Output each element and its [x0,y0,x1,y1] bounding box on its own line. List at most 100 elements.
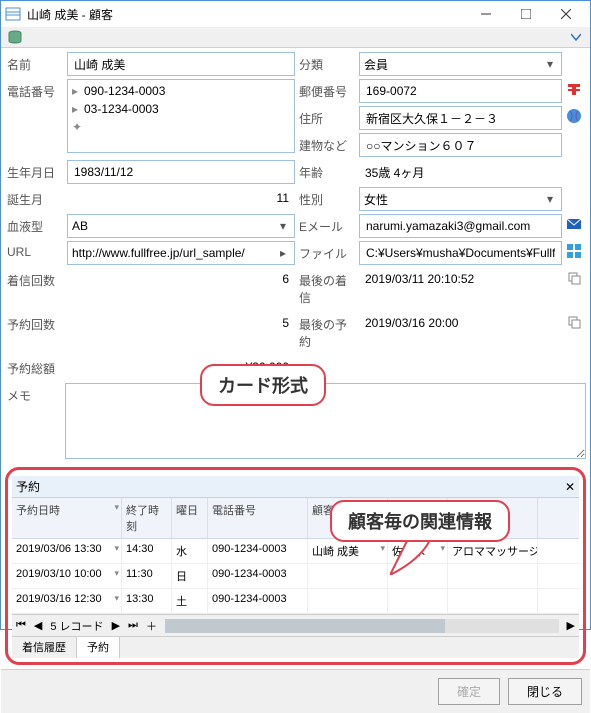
label-name: 名前 [5,52,65,77]
hscroll-thumb[interactable] [165,619,445,633]
globe-icon[interactable] [564,106,584,126]
windows-icon[interactable] [564,241,584,261]
label-category: 分類 [297,52,357,77]
app-icon [5,6,21,22]
post-icon[interactable] [564,79,584,99]
label-booktotal: 予約総額 [5,356,65,381]
table-cell[interactable] [308,564,388,588]
table-cell[interactable] [448,589,538,613]
lastcall-value: 2019/03/11 20:10:52 [359,268,562,292]
hscrollbar[interactable] [165,619,559,633]
table-row[interactable]: 2019/03/10 10:00▾11:30日090-1234-0003 [12,564,579,589]
titlebar: 山崎 成美 - 顧客 [1,1,590,27]
db-icon[interactable] [5,27,25,47]
sex-select[interactable]: 女性 ▾ [359,187,562,211]
label-url: URL [5,241,65,263]
label-incoming: 着信回数 [5,268,65,293]
label-blood: 血液型 [5,214,65,239]
birthmonth-value: 11 [67,187,295,211]
phone-list[interactable]: ▸090-1234-0003 ▸03-1234-0003 ✦ [67,79,295,153]
email-input[interactable] [359,214,562,238]
tab-callhistory[interactable]: 着信履歴 [12,637,77,658]
col-datetime[interactable]: 予約日時▾ [12,498,122,538]
table-cell[interactable] [448,564,538,588]
table-row[interactable]: 2019/03/06 13:30▾14:30水090-1234-0003山崎 成… [12,539,579,564]
url-input[interactable]: http://www.fullfree.jp/url_sample/ ▸ [67,241,295,265]
close-section-icon[interactable]: ✕ [565,480,575,494]
phone-value: 03-1234-0003 [84,102,159,116]
add-phone-icon[interactable]: ✦ [70,118,292,136]
copy-icon[interactable] [564,268,584,288]
chevron-down-icon: ▾ [543,192,557,206]
table-cell[interactable]: 11:30 [122,564,172,588]
nav-first-button[interactable]: ⏮ [12,619,30,632]
copy-icon[interactable] [564,312,584,332]
table-cell[interactable]: 土 [172,589,208,613]
col-end[interactable]: 終了時刻 [122,498,172,538]
lastbook-value: 2019/03/16 20:00 [359,312,562,336]
blood-value: AB [72,219,276,233]
zip-input[interactable] [359,79,562,103]
label-address: 住所 [297,106,357,131]
close-dialog-button[interactable]: 閉じる [508,678,582,705]
tab-booking[interactable]: 予約 [77,637,120,658]
nav-last-button[interactable]: ⏭ [124,619,142,632]
nav-add-button[interactable]: ＋ [142,618,161,634]
label-lastbook: 最後の予約 [297,312,357,354]
label-sex: 性別 [297,187,357,212]
label-birthmonth: 誕生月 [5,187,65,212]
chevron-down-icon: ▾ [114,593,119,604]
address-input[interactable] [359,106,562,130]
phone-item[interactable]: ▸090-1234-0003 [70,82,292,100]
table-cell[interactable]: 山崎 成美▾ [308,539,388,563]
table-cell[interactable]: 13:30 [122,589,172,613]
chevron-down-icon: ▾ [543,57,557,71]
bookcount-value: 5 [67,312,295,336]
label-bookcount: 予約回数 [5,312,65,337]
url-value: http://www.fullfree.jp/url_sample/ [72,246,276,260]
phone-item[interactable]: ▸03-1234-0003 [70,100,292,118]
mail-icon[interactable] [564,214,584,234]
table-cell[interactable]: 2019/03/16 12:30▾ [12,589,122,613]
table-cell[interactable]: 2019/03/06 13:30▾ [12,539,122,563]
section-header: 予約 ✕ [12,476,579,498]
birth-input[interactable] [67,160,295,184]
table-cell[interactable]: 2019/03/10 10:00▾ [12,564,122,588]
url-go-icon[interactable]: ▸ [276,246,290,260]
nav-next-button[interactable]: ▶ [108,619,124,632]
label-birth: 生年月日 [5,160,65,185]
label-building: 建物など [297,133,357,158]
dropdown-arrow-icon[interactable] [566,27,586,47]
table-cell[interactable]: アロママッサージ [448,539,538,563]
footer: 確定 閉じる [1,669,590,713]
table-cell[interactable]: 090-1234-0003 [208,539,308,563]
table-cell[interactable]: 090-1234-0003 [208,564,308,588]
maximize-button[interactable] [506,1,546,27]
blood-select[interactable]: AB ▾ [67,214,295,238]
incoming-value: 6 [67,268,295,292]
name-input[interactable] [67,52,295,76]
record-navigator: ⏮ ◀ 5 レコード ▶ ⏭ ＋ ▶ [12,614,579,636]
minimize-button[interactable] [466,1,506,27]
file-input[interactable] [359,241,562,265]
label-lastcall: 最後の着信 [297,268,357,310]
building-input[interactable] [359,133,562,157]
label-memo: メモ [5,383,65,459]
category-select[interactable]: 会員 ▾ [359,52,562,76]
booking-panel: 予約 ✕ 予約日時▾ 終了時刻 曜日 電話番号 顧客 スタッフ コース 2019… [5,467,586,665]
label-file: ファイル [297,241,357,266]
col-phone[interactable]: 電話番号 [208,498,308,538]
col-dow[interactable]: 曜日 [172,498,208,538]
confirm-button[interactable]: 確定 [438,678,500,705]
table-cell[interactable]: 水 [172,539,208,563]
table-cell[interactable]: 日 [172,564,208,588]
table-cell[interactable] [388,589,448,613]
scroll-right-button[interactable]: ▶ [563,619,579,632]
table-cell[interactable]: 14:30 [122,539,172,563]
table-row[interactable]: 2019/03/16 12:30▾13:30土090-1234-0003 [12,589,579,614]
nav-prev-button[interactable]: ◀ [30,619,46,632]
close-button[interactable] [546,1,586,27]
table-cell[interactable] [308,589,388,613]
chevron-down-icon: ▾ [114,543,119,554]
table-cell[interactable]: 090-1234-0003 [208,589,308,613]
